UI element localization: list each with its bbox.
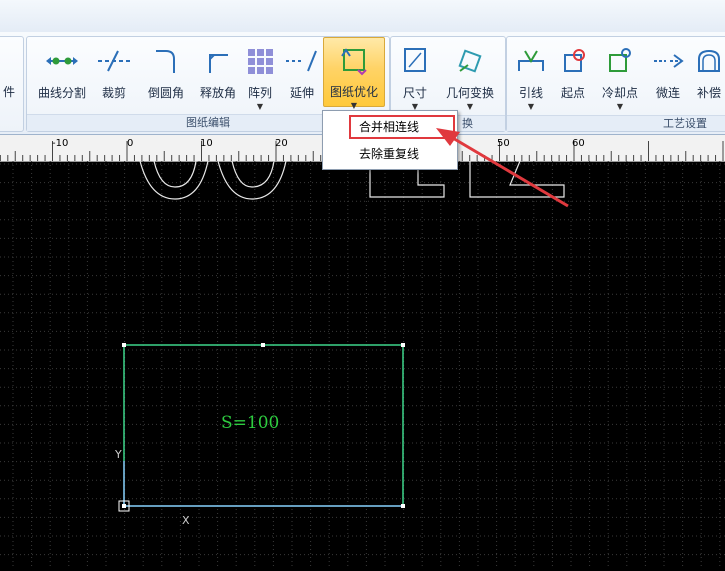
arrow-head-icon [436,128,460,146]
arrow-shaft [445,132,569,208]
annotation-arrow [436,128,569,208]
